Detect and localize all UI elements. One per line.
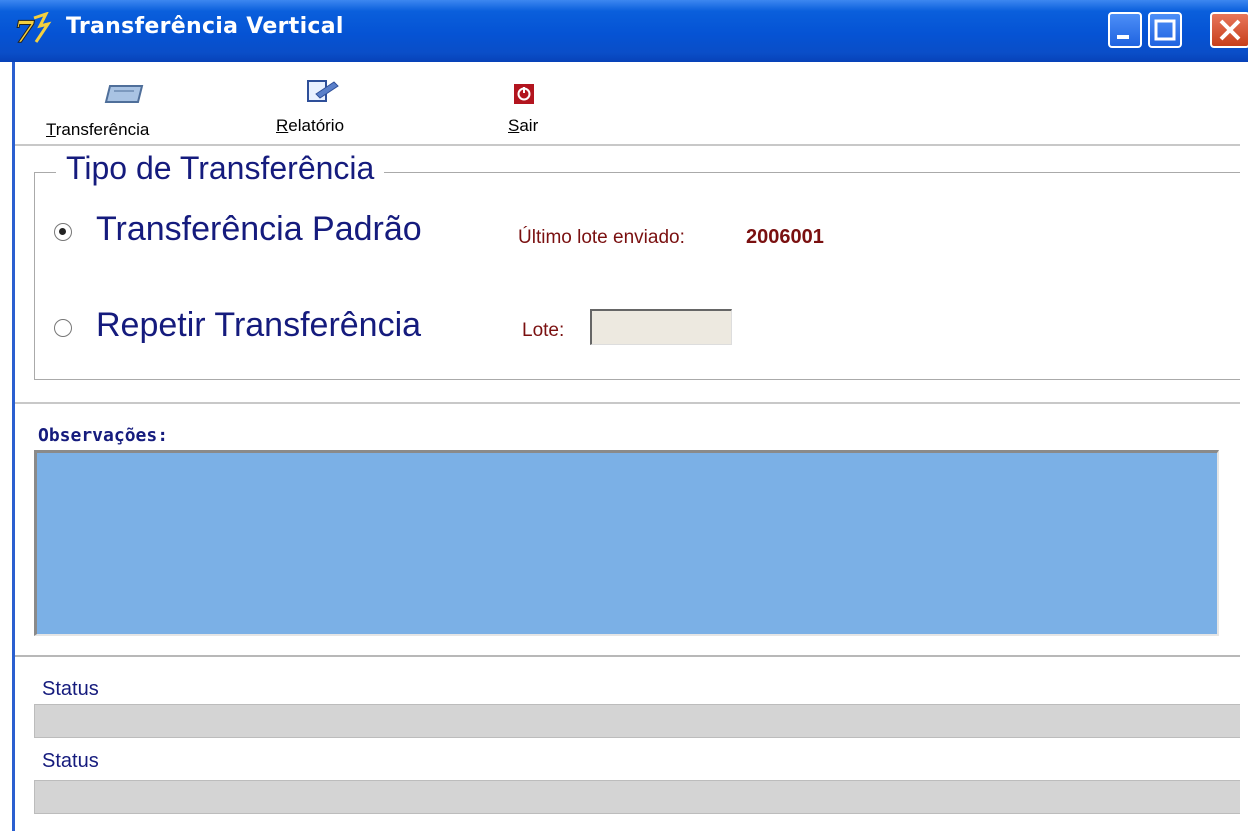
- standard-transfer-label[interactable]: Transferência Padrão: [96, 210, 422, 249]
- minimize-icon: [1117, 35, 1129, 39]
- status-label-1: Status: [42, 678, 99, 700]
- toolbar-divider: [15, 144, 1240, 146]
- toolbar-transfer-button[interactable]: Transferência: [40, 74, 210, 144]
- toolbar-transfer-label: Transferência: [46, 120, 150, 139]
- repeat-transfer-label[interactable]: Repetir Transferência: [96, 306, 421, 345]
- minimize-button[interactable]: [1108, 12, 1142, 48]
- observations-textarea[interactable]: [34, 450, 1219, 636]
- exit-icon: [512, 82, 536, 106]
- window-title: Transferência Vertical: [66, 14, 344, 39]
- lot-input[interactable]: [590, 309, 732, 345]
- toolbar-exit-label: Sair: [508, 116, 539, 135]
- radio-selected-dot: [59, 228, 66, 235]
- svg-text:7: 7: [14, 15, 35, 48]
- app-logo-icon: 7: [12, 11, 52, 51]
- standard-transfer-radio[interactable]: [54, 223, 72, 241]
- last-lot-value: 2006001: [746, 226, 824, 248]
- last-lot-label: Último lote enviado:: [518, 227, 685, 248]
- toolbar-report-button[interactable]: Relatório: [270, 74, 380, 144]
- close-icon: [1219, 19, 1241, 41]
- section-divider: [15, 402, 1240, 404]
- toolbar-exit-button[interactable]: Sair: [496, 74, 566, 144]
- transfer-type-title: Tipo de Transferência: [56, 150, 385, 187]
- transfer-icon: [104, 80, 144, 106]
- section-divider: [15, 655, 1240, 657]
- status-bar-1: [34, 704, 1240, 738]
- report-icon: [304, 78, 344, 104]
- repeat-transfer-radio[interactable]: [54, 319, 72, 337]
- status-bar-2: [34, 780, 1240, 814]
- lot-label: Lote:: [522, 320, 565, 341]
- maximize-button[interactable]: [1148, 12, 1182, 48]
- close-button[interactable]: [1210, 12, 1248, 48]
- status-label-2: Status: [42, 750, 99, 772]
- window-left-border: [12, 62, 15, 831]
- maximize-icon: [1154, 19, 1176, 41]
- transfer-type-group: [34, 172, 1240, 380]
- observations-label: Observações:: [38, 425, 169, 446]
- toolbar-report-label: Relatório: [276, 116, 345, 135]
